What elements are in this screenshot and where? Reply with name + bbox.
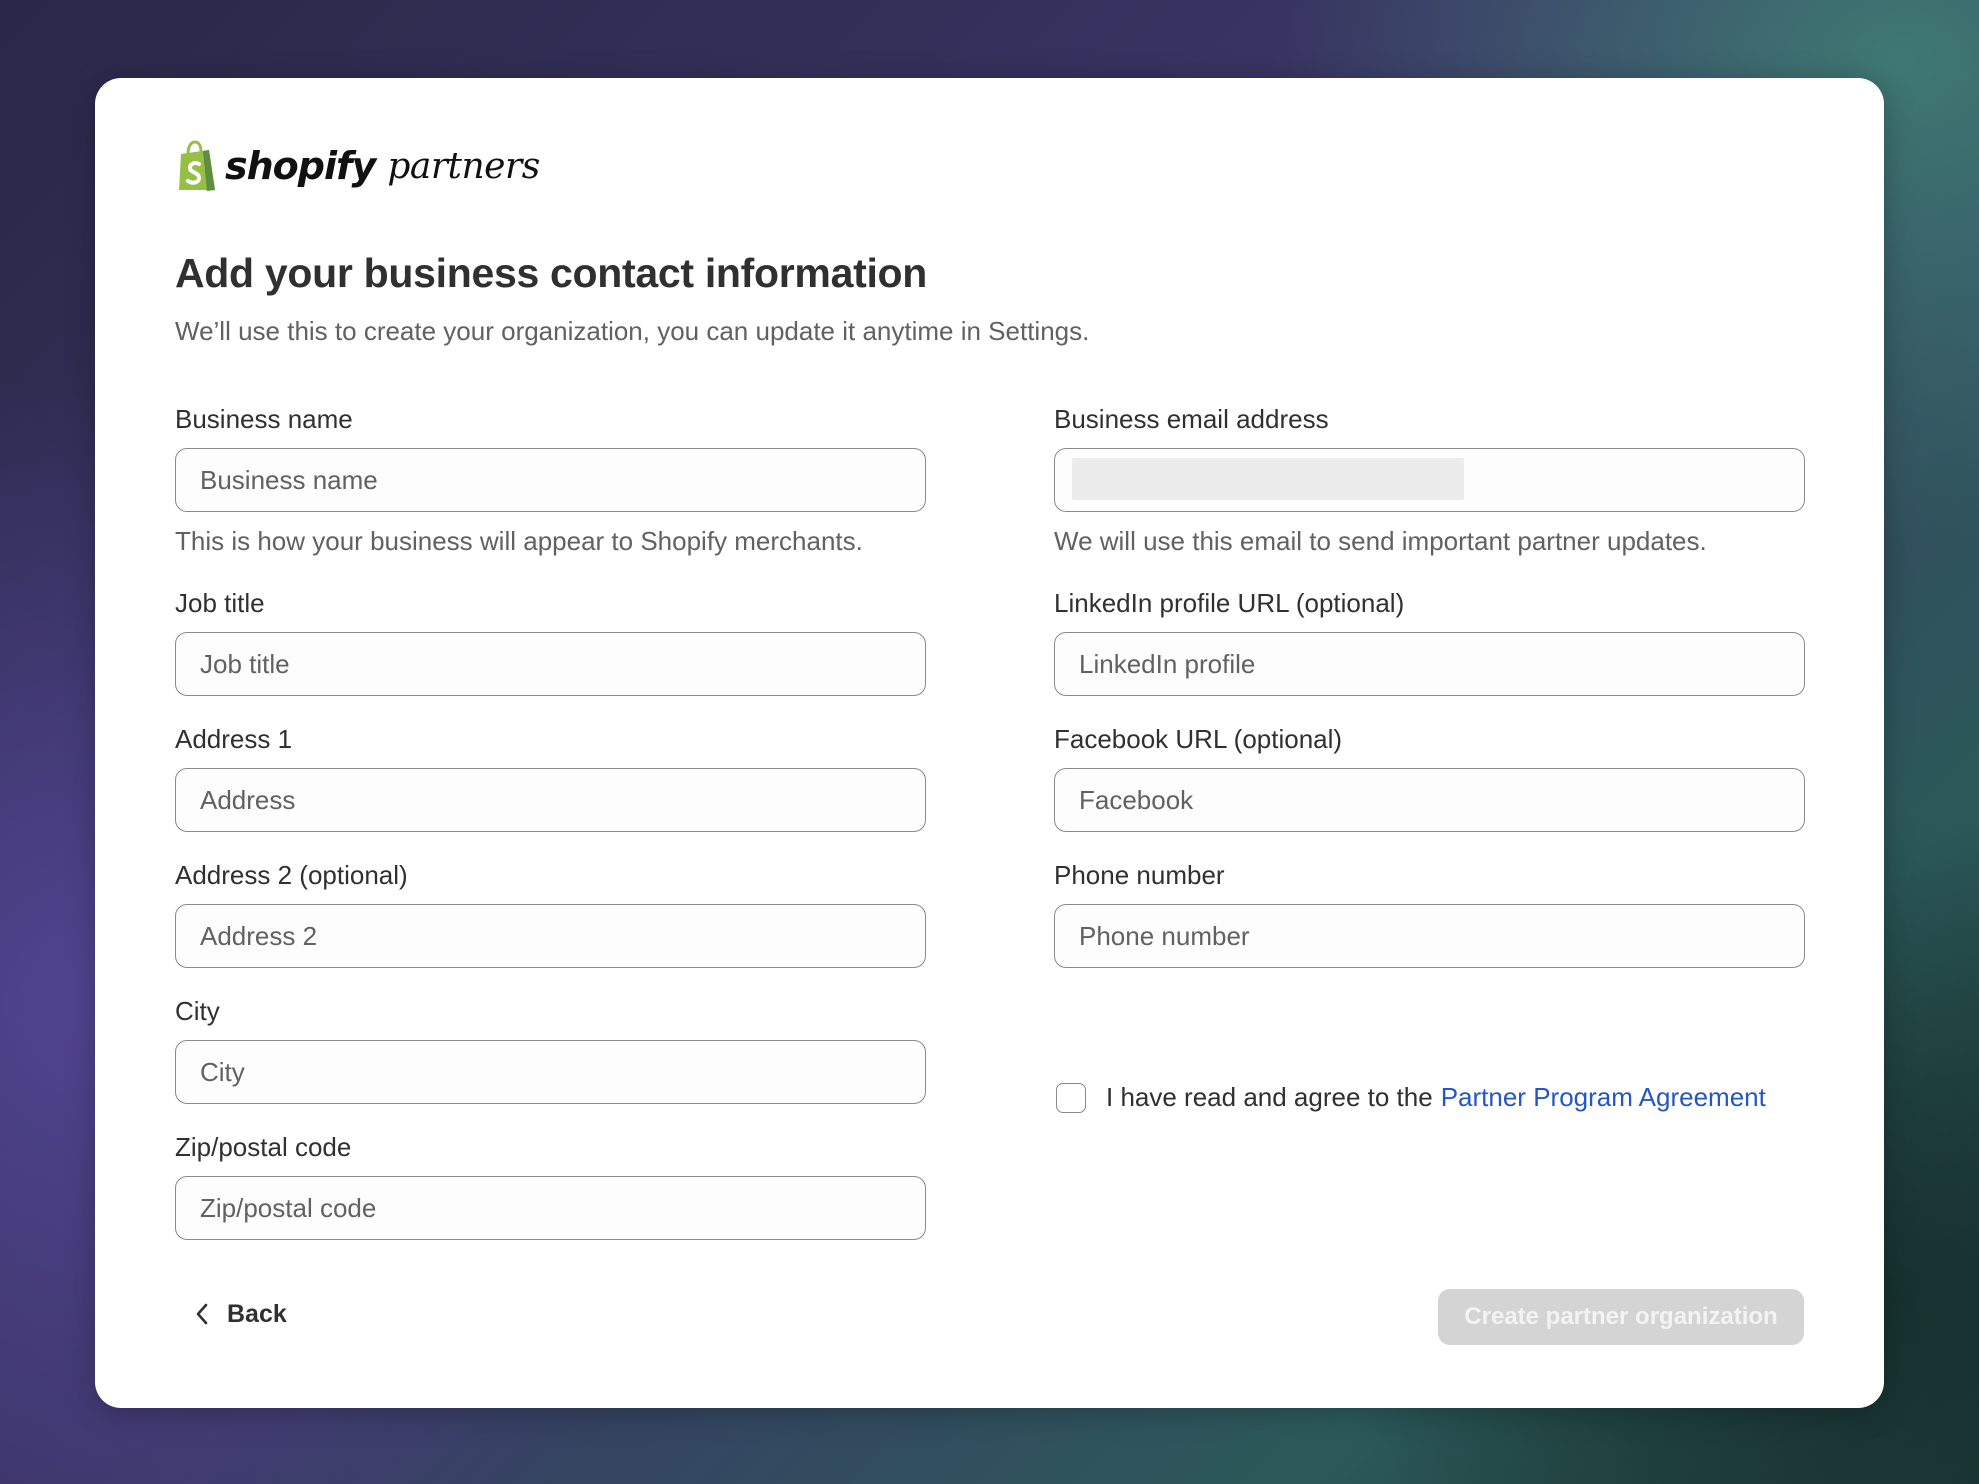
zip-label: Zip/postal code	[175, 1132, 352, 1162]
agreement-row: I have read and agree to the Partner Pro…	[1054, 1082, 1766, 1113]
address2-input[interactable]	[175, 904, 926, 968]
shopify-partners-logo: shopify partners	[175, 138, 540, 194]
redacted-email-value	[1072, 458, 1464, 500]
job-title-label: Job title	[175, 588, 265, 618]
page-subtitle: We’ll use this to create your organizati…	[175, 316, 1090, 346]
email-label: Business email address	[1054, 404, 1329, 434]
create-partner-organization-button[interactable]: Create partner organization	[1438, 1289, 1804, 1345]
address2-label: Address 2 (optional)	[175, 860, 408, 890]
logo-wordmark-shopify: shopify	[225, 144, 376, 188]
email-field-wrapper	[1054, 448, 1805, 512]
agreement-checkbox[interactable]	[1056, 1082, 1086, 1113]
signup-card: shopify partners Add your business conta…	[95, 78, 1884, 1408]
business-name-input[interactable]	[175, 448, 926, 512]
back-button-label: Back	[227, 1299, 287, 1328]
phone-input[interactable]	[1054, 904, 1805, 968]
facebook-label: Facebook URL (optional)	[1054, 724, 1343, 754]
back-button[interactable]: Back	[195, 1294, 287, 1334]
partner-program-agreement-link[interactable]: Partner Program Agreement	[1441, 1082, 1766, 1113]
phone-label: Phone number	[1054, 860, 1225, 890]
page-title: Add your business contact information	[175, 250, 928, 296]
address1-input[interactable]	[175, 768, 926, 832]
address1-label: Address 1	[175, 724, 293, 754]
linkedin-label: LinkedIn profile URL (optional)	[1054, 588, 1405, 618]
shopify-bag-icon	[179, 140, 215, 191]
email-help: We will use this email to send important…	[1054, 526, 1707, 556]
logo-wordmark-partners: partners	[387, 145, 540, 187]
agreement-text: I have read and agree to the	[1106, 1082, 1433, 1112]
zip-input[interactable]	[175, 1176, 926, 1240]
chevron-left-icon	[196, 1303, 208, 1325]
city-input[interactable]	[175, 1040, 926, 1104]
job-title-input[interactable]	[175, 632, 926, 696]
business-name-help: This is how your business will appear to…	[175, 526, 863, 556]
business-name-label: Business name	[175, 404, 353, 434]
linkedin-input[interactable]	[1054, 632, 1805, 696]
facebook-input[interactable]	[1054, 768, 1805, 832]
city-label: City	[175, 996, 220, 1026]
